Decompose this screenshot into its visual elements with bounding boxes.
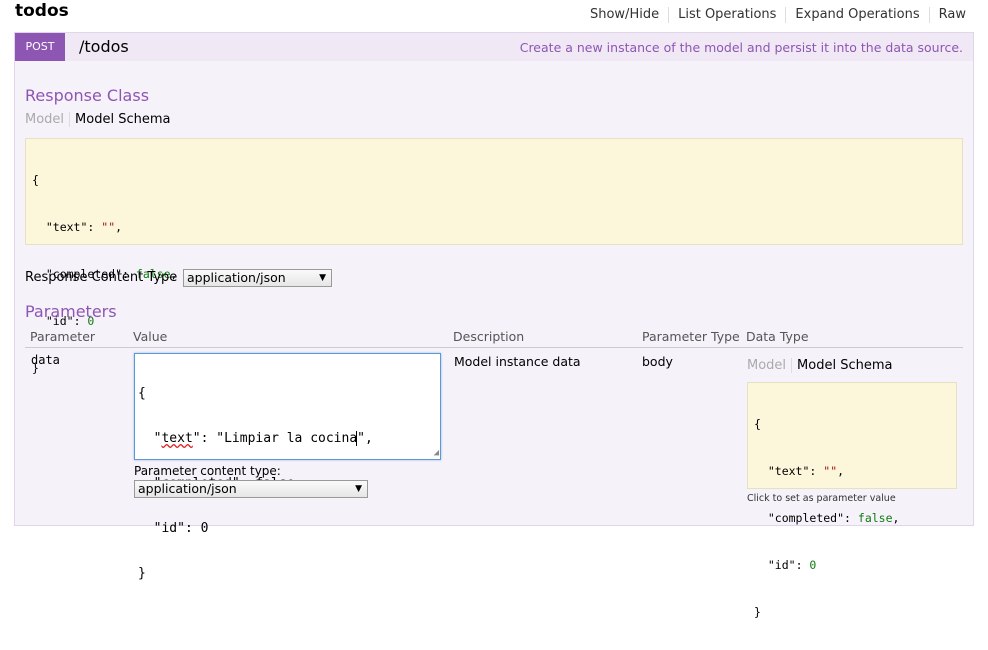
operation-panel: POST /todos Create a new instance of the… [14, 32, 974, 619]
expand-operations-link[interactable]: Expand Operations [786, 7, 930, 23]
column-header: Description [453, 329, 525, 344]
parameters-heading: Parameters [25, 302, 117, 321]
spellcheck-underline: text [161, 431, 193, 446]
schema-value: "" [101, 220, 116, 234]
schema-key: "text" [45, 220, 88, 234]
response-content-type-select[interactable]: application/json ▼ [183, 269, 332, 287]
tab-model-schema[interactable]: Model Schema [792, 358, 892, 373]
operation-path[interactable]: /todos [79, 37, 129, 56]
data-type-schema-box[interactable]: { "text": "", "completed": false, "id": … [747, 382, 957, 619]
response-schema-box: { "text": "", "completed": false, "id": … [25, 138, 963, 375]
resource-title[interactable]: todos [15, 1, 69, 21]
response-class-heading: Response Class [25, 86, 150, 105]
column-header: Value [133, 329, 168, 344]
schema-brace: } [754, 605, 761, 619]
operation-heading[interactable]: POST /todos Create a new instance of the… [15, 33, 973, 61]
parameter-name: data [31, 353, 60, 367]
response-content-type-label: Response Content Type [25, 270, 178, 285]
operation-summary[interactable]: Create a new instance of the model and p… [520, 40, 963, 55]
column-header: Parameter [30, 329, 96, 344]
click-to-set-hint: Click to set as parameter value [747, 493, 896, 504]
schema-key: "completed" [767, 511, 845, 525]
http-method-badge[interactable]: POST [15, 33, 65, 61]
schema-brace: { [32, 173, 39, 187]
response-model-tabs: Model Model Schema [25, 112, 170, 127]
chevron-down-icon: ▼ [319, 273, 326, 283]
parameter-type: body [642, 354, 673, 369]
schema-value: "" [823, 464, 838, 478]
parameters-table-header: Parameter Value Description Parameter Ty… [25, 329, 963, 348]
column-header: Data Type [746, 329, 809, 344]
schema-key: "text" [767, 464, 810, 478]
schema-brace: { [754, 417, 761, 431]
schema-value: false [857, 511, 893, 525]
list-operations-link[interactable]: List Operations [669, 7, 787, 23]
value-line-text: "text": "Limpiar la cocina", [138, 431, 373, 446]
select-value: application/json [138, 481, 237, 496]
resource-nav: Show/Hide List Operations Expand Operati… [581, 7, 966, 23]
parameter-content-type-select[interactable]: application/json ▼ [134, 480, 368, 498]
parameter-description: Model instance data [454, 354, 581, 369]
text-caret [356, 431, 358, 446]
resize-handle-icon[interactable]: ◢ [434, 449, 439, 458]
tab-model[interactable]: Model [747, 358, 793, 373]
parameter-value-textarea[interactable]: { "text": "Limpiar la cocina", "complete… [134, 353, 441, 581]
raw-link[interactable]: Raw [930, 7, 966, 23]
schema-value: 0 [809, 558, 817, 572]
chevron-down-icon: ▼ [355, 484, 362, 494]
show-hide-link[interactable]: Show/Hide [581, 7, 670, 23]
parameter-content-type-label: Parameter content type: [134, 464, 281, 478]
tab-model-schema[interactable]: Model Schema [70, 112, 170, 127]
data-type-tabs: Model Model Schema [747, 358, 892, 373]
column-header: Parameter Type [642, 329, 740, 344]
schema-key: "id" [767, 558, 796, 572]
resource-header: todos Show/Hide List Operations Expand O… [0, 0, 988, 30]
select-value: application/json [187, 270, 286, 285]
tab-model[interactable]: Model [25, 112, 71, 127]
